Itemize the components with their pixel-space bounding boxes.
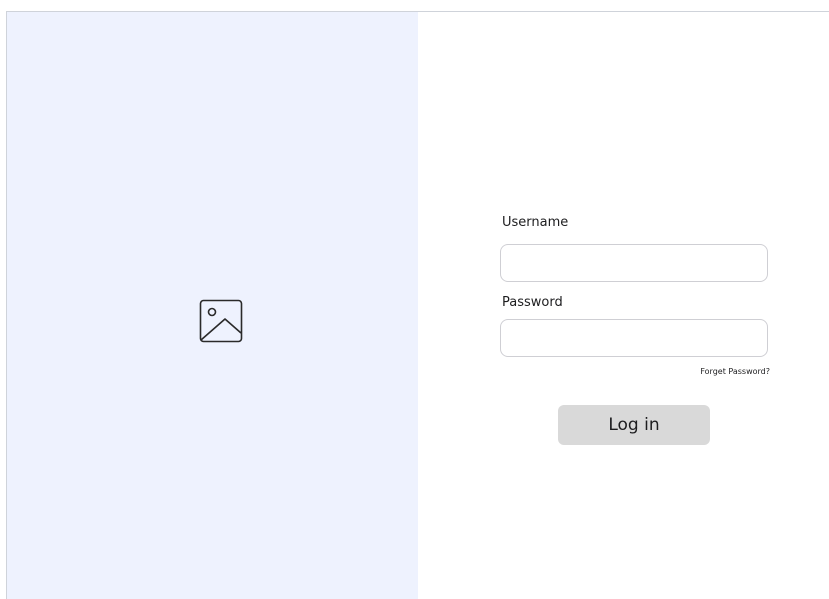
login-screen: Username Password Forget Password? Log i… xyxy=(0,0,829,599)
login-button[interactable]: Log in xyxy=(558,405,710,445)
image-placeholder-icon xyxy=(199,299,243,343)
image-panel xyxy=(7,12,418,599)
username-input[interactable] xyxy=(500,244,768,282)
username-label: Username xyxy=(502,215,569,230)
password-label: Password xyxy=(502,295,563,310)
password-input[interactable] xyxy=(500,319,768,357)
forgot-password-link[interactable]: Forget Password? xyxy=(700,367,770,376)
